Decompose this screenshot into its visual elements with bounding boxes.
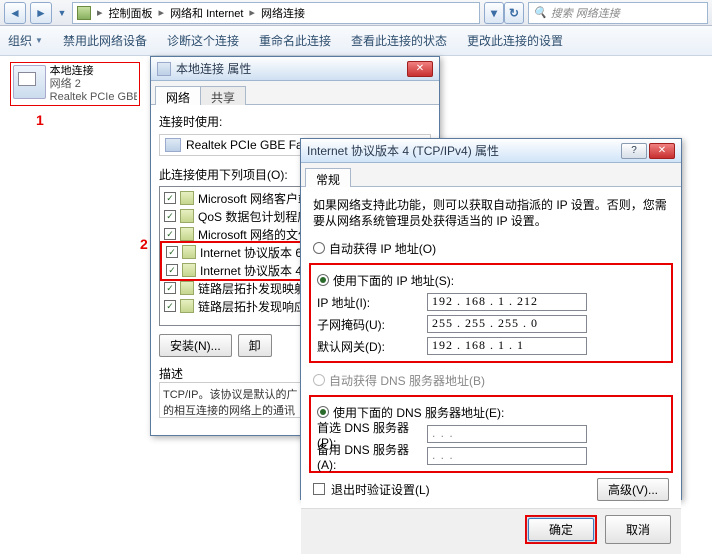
refresh-dropdown[interactable]: ▾ xyxy=(484,2,504,24)
radio-auto-ip[interactable] xyxy=(313,242,325,254)
auto-dns-label: 自动获得 DNS 服务器地址(B) xyxy=(329,372,485,389)
gateway-label: 默认网关(D): xyxy=(317,338,427,355)
ip-address-label: IP 地址(I): xyxy=(317,294,427,311)
tab-sharing[interactable]: 共享 xyxy=(200,86,246,105)
crumb-net-internet[interactable]: 网络和 Internet xyxy=(170,5,243,21)
back-button[interactable]: ◄ xyxy=(4,2,26,24)
dialog-ipv4-properties: Internet 协议版本 4 (TCP/IPv4) 属性 ? ✕ 常规 如果网… xyxy=(300,138,682,500)
ipv4-description: 如果网络支持此功能，则可以获取自动指派的 IP 设置。否则，您需要从网络系统管理… xyxy=(313,197,669,229)
adapter-icon xyxy=(13,65,46,99)
radio-auto-dns xyxy=(313,374,325,386)
search-input[interactable]: 🔍 搜索 网络连接 xyxy=(528,2,708,24)
cmd-diagnose[interactable]: 诊断这个连接 xyxy=(167,32,239,49)
connect-using-label: 连接时使用: xyxy=(159,113,431,130)
history-dropdown[interactable]: ▼ xyxy=(56,2,68,24)
help-button[interactable]: ? xyxy=(621,143,647,159)
manual-ip-label: 使用下面的 IP 地址(S): xyxy=(333,272,454,289)
dialog1-title: 本地连接 属性 xyxy=(176,60,251,77)
crumb-net-connections[interactable]: 网络连接 xyxy=(261,5,305,21)
control-panel-icon xyxy=(77,6,91,20)
cmd-status[interactable]: 查看此连接的状态 xyxy=(351,32,447,49)
tab-general[interactable]: 常规 xyxy=(305,168,351,187)
cancel-button[interactable]: 取消 xyxy=(605,515,671,544)
dns2-label: 备用 DNS 服务器(A): xyxy=(317,441,427,472)
install-button[interactable]: 安装(N)... xyxy=(159,334,232,357)
checkbox-validate-on-exit[interactable] xyxy=(313,483,325,495)
subnet-mask-label: 子网掩码(U): xyxy=(317,316,427,333)
search-icon: 🔍 xyxy=(533,6,547,19)
search-placeholder: 搜索 网络连接 xyxy=(551,5,620,21)
advanced-button[interactable]: 高级(V)... xyxy=(597,478,669,501)
annotation-1: 1 xyxy=(36,112,44,128)
tab-network[interactable]: 网络 xyxy=(155,86,201,105)
ip-address-field[interactable]: 192 . 168 . 1 . 212 xyxy=(427,293,587,311)
radio-manual-dns[interactable] xyxy=(317,406,329,418)
radio-manual-ip[interactable] xyxy=(317,274,329,286)
adapter-name: 本地连接 xyxy=(50,65,137,78)
adapter-device: Realtek PCIe GBE xyxy=(50,91,137,103)
close-button[interactable]: ✕ xyxy=(649,143,675,159)
adapter-network: 网络 2 xyxy=(50,78,137,91)
validate-exit-label: 退出时验证设置(L) xyxy=(331,481,430,498)
uninstall-button[interactable]: 卸 xyxy=(238,334,272,357)
cmd-disable[interactable]: 禁用此网络设备 xyxy=(63,32,147,49)
gateway-field[interactable]: 192 . 168 . 1 . 1 xyxy=(427,337,587,355)
nic-small-icon xyxy=(165,138,181,152)
cmd-change[interactable]: 更改此连接的设置 xyxy=(467,32,563,49)
address-bar[interactable]: ▸ 控制面板 ▸ 网络和 Internet ▸ 网络连接 xyxy=(72,2,480,24)
close-button[interactable]: ✕ xyxy=(407,61,433,77)
adapter-item[interactable]: 本地连接 网络 2 Realtek PCIe GBE xyxy=(10,62,140,106)
cmd-rename[interactable]: 重命名此连接 xyxy=(259,32,331,49)
subnet-mask-field[interactable]: 255 . 255 . 255 . 0 xyxy=(427,315,587,333)
dns2-field[interactable]: . . . xyxy=(427,447,587,465)
forward-button[interactable]: ► xyxy=(30,2,52,24)
dns1-field[interactable]: . . . xyxy=(427,425,587,443)
dialog2-title: Internet 协议版本 4 (TCP/IPv4) 属性 xyxy=(307,142,499,159)
annotation-2: 2 xyxy=(140,236,148,252)
refresh-button[interactable]: ↻ xyxy=(504,2,524,24)
ok-button[interactable]: 确定 xyxy=(528,518,594,541)
nic-icon xyxy=(157,62,171,76)
crumb-control-panel[interactable]: 控制面板 xyxy=(109,5,153,21)
auto-ip-label: 自动获得 IP 地址(O) xyxy=(329,240,436,257)
cmd-organize[interactable]: 组织▼ xyxy=(8,32,43,49)
